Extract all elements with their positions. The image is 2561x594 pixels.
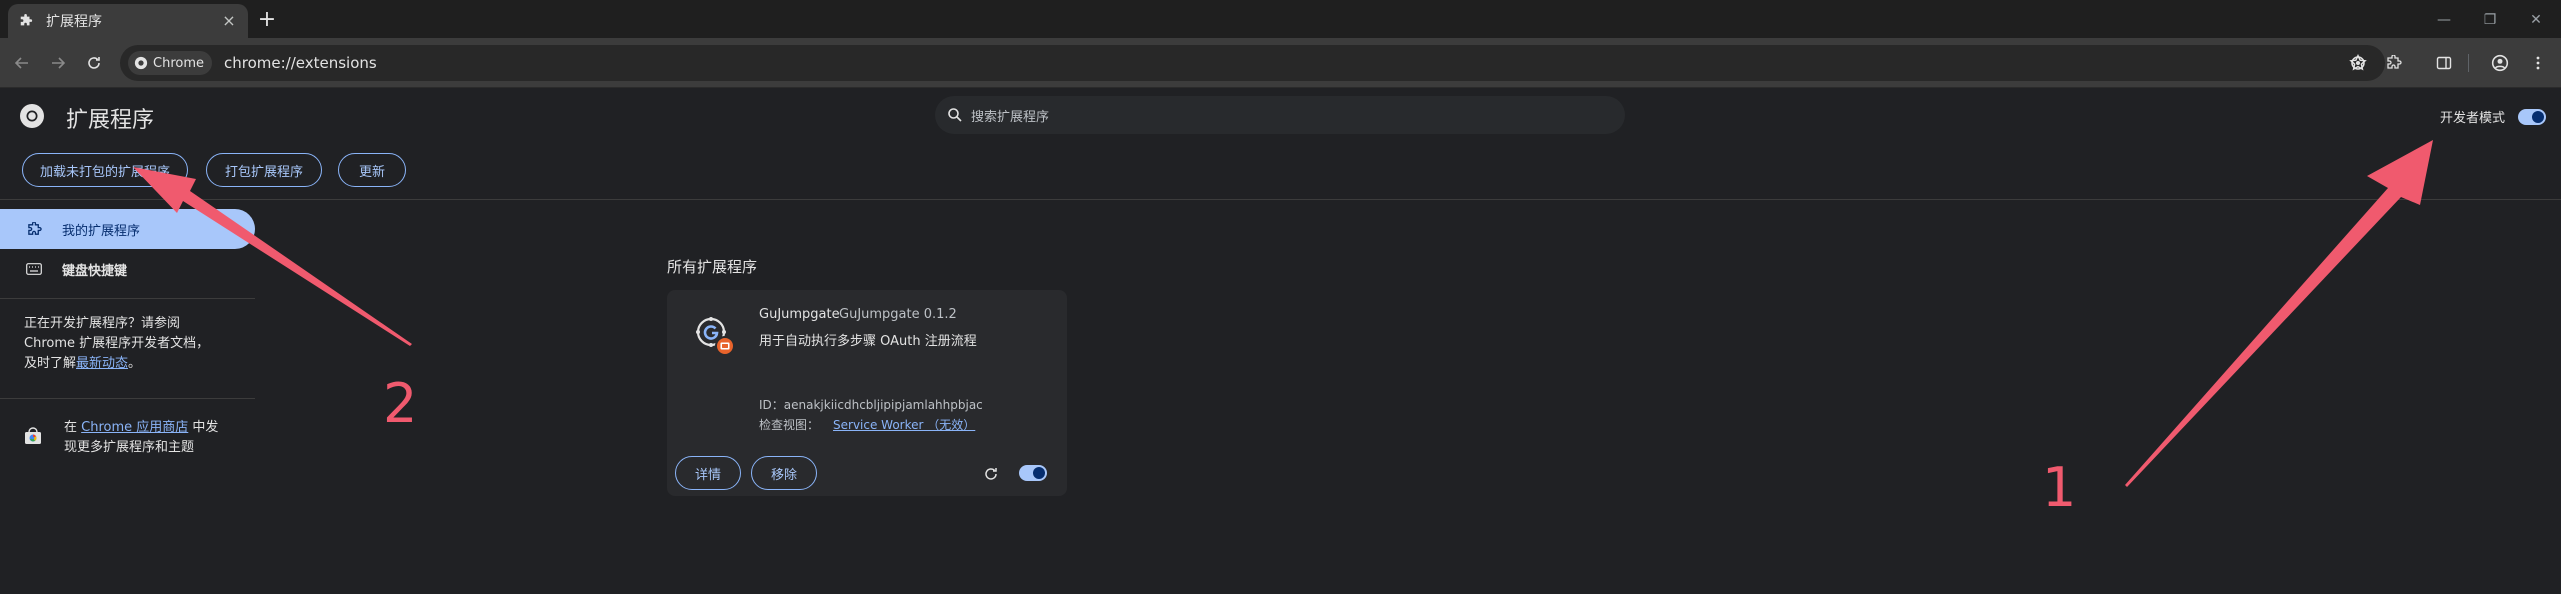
annotation-arrow-2 <box>133 167 412 346</box>
annotation-arrows <box>133 140 2433 487</box>
annotation-label-1: 1 <box>2042 456 2077 519</box>
annotation-arrow-1 <box>2125 140 2433 487</box>
annotation-label-2: 2 <box>383 372 418 435</box>
